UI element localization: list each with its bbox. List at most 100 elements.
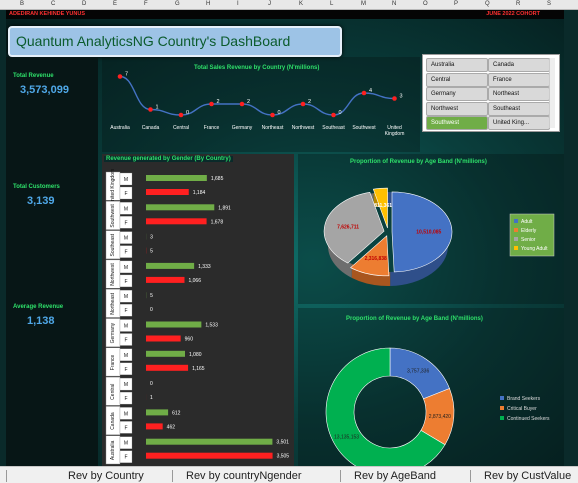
bar-value-label-southeast-f: 5 (150, 249, 153, 255)
column-header-j[interactable]: J (268, 0, 271, 9)
tab-separator (340, 470, 341, 482)
gender-axis-label-f: F (124, 308, 127, 314)
gender-axis-label-m: M (124, 265, 128, 271)
sheet-tab-rev-by-country[interactable]: Rev by Country (68, 470, 144, 482)
donut-legend-swatch-continued-seekers (500, 416, 504, 420)
bar-northwest-m (146, 263, 194, 269)
bar-value-label-northeast-m: 5 (150, 293, 153, 299)
bar-value-label-central-m: 0 (150, 381, 153, 387)
slicer-item-france[interactable]: France (488, 73, 550, 87)
line-x-tick-southeast: Southeast (322, 125, 345, 131)
country-axis-label-northeast: Northeast (110, 292, 116, 314)
tab-separator (6, 470, 7, 482)
country-axis-label-canada: Canada (110, 412, 116, 430)
column-header-b[interactable]: B (20, 0, 24, 9)
gender-axis-label-f: F (124, 338, 127, 344)
kpi-average-revenue-label: Average Revenue (13, 304, 63, 310)
bar-value-label-southwest-m: 1,891 (218, 205, 231, 211)
slicer-item-united-king[interactable]: United King... (488, 116, 550, 130)
slicer-item-southeast[interactable]: Southeast (488, 102, 550, 116)
column-header-p[interactable]: P (454, 0, 458, 9)
gender-axis-label-m: M (124, 382, 128, 388)
slicer-item-germany[interactable]: Germany (426, 87, 488, 101)
line-value-label-canada: 1 (156, 105, 159, 111)
column-header-l[interactable]: L (330, 0, 333, 9)
donut-legend-swatch-critical-buyer (500, 406, 504, 410)
line-point-united-kingdom (392, 96, 397, 101)
bar-group-canada: CanadaM612F462 (106, 406, 181, 434)
column-header-e[interactable]: E (113, 0, 117, 9)
bar-value-label-australia-f: 3,505 (277, 454, 290, 460)
bar-value-label-northwest-f: 1,066 (188, 278, 201, 284)
column-header-q[interactable]: Q (485, 0, 490, 9)
kpi-total-customers-label: Total Customers (13, 184, 60, 190)
bar-northwest-f (146, 277, 184, 283)
bar-group-united-kingdom: United KingdomM1,685F1,184 (106, 169, 224, 205)
line-point-southeast (331, 113, 336, 118)
author-label: ADEDIRAN KEHINDE YUNUS (9, 11, 85, 17)
gender-axis-label-m: M (124, 411, 128, 417)
gender-axis-label-m: M (124, 353, 128, 359)
column-header-f[interactable]: F (144, 0, 148, 9)
bar-value-label-northeast-f: 0 (150, 307, 153, 313)
slicer-item-canada[interactable]: Canada (488, 58, 550, 72)
bar-value-label-southeast-m: 3 (150, 235, 153, 241)
column-header-c[interactable]: C (51, 0, 55, 9)
column-header-d[interactable]: D (82, 0, 86, 9)
column-header-h[interactable]: H (206, 0, 210, 9)
gender-bar-chart-panel: Revenue generated by Gender (By Country)… (102, 154, 294, 466)
sheet-tab-rev-by-countryngender[interactable]: Rev by countryNgender (186, 470, 302, 482)
pie-legend-swatch-senior (514, 237, 518, 241)
donut-legend-swatch-brand-seekers (500, 396, 504, 400)
bar-value-label-germany-m: 1,533 (205, 323, 218, 329)
column-header-s[interactable]: S (547, 0, 551, 9)
slicer-item-central[interactable]: Central (426, 73, 488, 87)
dashboard-title-box[interactable]: Quantum AnalyticsNG Country's DashBoard (8, 26, 342, 57)
gender-axis-label-m: M (124, 324, 128, 330)
line-x-tick-united-kingdom-line2: Kingdom (385, 131, 405, 137)
column-header-n[interactable]: N (392, 0, 396, 9)
bar-group-northeast: Northeast M 5 F 0 (106, 289, 153, 317)
line-value-label-southeast: 0 (339, 110, 342, 116)
line-value-label-northwest: 2 (308, 99, 311, 105)
bar-group-france: FranceM1,080F1,165 (106, 348, 205, 376)
line-x-tick-germany: Germany (232, 125, 253, 131)
slicer-item-northwest[interactable]: Northwest (426, 102, 488, 116)
column-header-i[interactable]: I (237, 0, 239, 9)
kpi-column: Total Revenue 3,573,099 Total Customers … (6, 57, 98, 466)
bar-group-central: CentralM0F1 (106, 377, 153, 405)
line-point-southwest (362, 91, 367, 96)
slicer-item-southwest[interactable]: Southwest (426, 116, 488, 130)
line-x-tick-southwest: Southwest (352, 125, 376, 131)
column-header-m[interactable]: M (361, 0, 366, 9)
bar-australia-f (146, 453, 273, 459)
gender-bar-chart: United KingdomM1,685F1,184SouthwestM1,89… (102, 154, 294, 466)
line-x-tick-australia: Australia (110, 125, 130, 131)
bar-value-label-united-kingdom-f: 1,184 (193, 190, 206, 196)
donut-legend-label-critical-buyer: Critical Buyer (507, 406, 537, 412)
gender-axis-label-m: M (124, 294, 128, 300)
gender-axis-label-f: F (124, 191, 127, 197)
line-value-label-france: 2 (217, 99, 220, 105)
sheet-tab-rev-by-custvalue[interactable]: Rev by CustValue (484, 470, 571, 482)
country-axis-label-germany: Germany (110, 322, 116, 343)
tab-separator (172, 470, 173, 482)
country-axis-label-northwest: Northwest (110, 263, 116, 286)
sheet-tab-bar: Rev by Country Rev by countryNgender Rev b… (0, 466, 578, 483)
slicer-item-australia[interactable]: Australia (426, 58, 488, 72)
line-x-tick-canada: Canada (142, 125, 160, 131)
country-axis-label-southeast: Southeast (110, 233, 116, 256)
age-band-pie-panel: Proportion of Revenue by Age Band (N'mil… (298, 154, 564, 304)
slicer-item-northeast[interactable]: Northeast (488, 87, 550, 101)
line-value-label-germany: 2 (247, 99, 250, 105)
bar-group-southwest: SouthwestM1,891F1,678 (106, 201, 231, 229)
line-point-france (209, 102, 214, 107)
column-header-r[interactable]: R (516, 0, 520, 9)
sheet-tab-rev-by-ageband[interactable]: Rev by AgeBand (354, 470, 436, 482)
slicer-scrollbar[interactable] (549, 58, 555, 128)
column-header-k[interactable]: K (299, 0, 303, 9)
column-header-o[interactable]: O (423, 0, 428, 9)
bar-germany-f (146, 336, 181, 342)
donut-label-brand-seekers: 3,757,336 (407, 369, 429, 375)
column-header-g[interactable]: G (175, 0, 180, 9)
